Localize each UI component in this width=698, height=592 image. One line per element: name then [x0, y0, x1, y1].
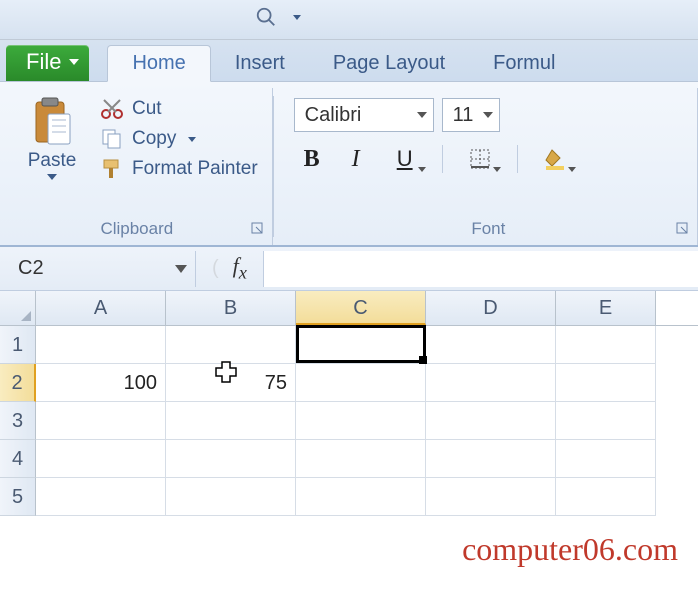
fill-color-icon [544, 148, 566, 170]
underline-button[interactable]: U [382, 142, 428, 176]
cell[interactable] [36, 478, 166, 516]
cell[interactable] [426, 364, 556, 402]
ribbon-tabs: File Home Insert Page Layout Formul [0, 40, 698, 82]
cell[interactable] [36, 326, 166, 364]
table-row: 3 [0, 402, 698, 440]
row-header-4[interactable]: 4 [0, 440, 36, 478]
font-name-combo[interactable]: Calibri [294, 98, 434, 132]
quick-access-toolbar [255, 6, 301, 28]
cell[interactable] [296, 402, 426, 440]
row-header-5[interactable]: 5 [0, 478, 36, 516]
chevron-down-icon [483, 112, 493, 118]
underline-icon: U [397, 146, 413, 172]
cell[interactable] [36, 402, 166, 440]
cut-icon [100, 98, 124, 120]
copy-dropdown-icon[interactable] [188, 137, 196, 142]
borders-button[interactable] [457, 142, 503, 176]
borders-icon [469, 148, 491, 170]
italic-button[interactable]: I [338, 142, 374, 176]
name-box[interactable]: C2 [0, 251, 196, 287]
paste-icon [30, 96, 74, 148]
paste-label: Paste [28, 150, 77, 172]
row-header-1[interactable]: 1 [0, 326, 36, 364]
formula-bar: C2 ( fx [0, 247, 698, 291]
cell[interactable] [426, 478, 556, 516]
format-painter-button[interactable]: Format Painter [100, 158, 258, 180]
watermark: computer06.com [462, 531, 678, 568]
clipboard-dialog-launcher[interactable] [250, 221, 266, 237]
font-name-value: Calibri [305, 104, 362, 127]
cell[interactable] [426, 402, 556, 440]
format-painter-label: Format Painter [132, 158, 258, 180]
cell[interactable] [556, 440, 656, 478]
font-size-value: 11 [453, 104, 474, 127]
cell-a2[interactable]: 100 [36, 364, 166, 402]
cell[interactable] [426, 440, 556, 478]
cell[interactable] [556, 364, 656, 402]
cell-c2[interactable] [296, 364, 426, 402]
tab-page-layout[interactable]: Page Layout [309, 46, 469, 81]
column-header-c[interactable]: C [296, 291, 426, 325]
column-header-e[interactable]: E [556, 291, 656, 325]
zoom-icon[interactable] [255, 6, 277, 28]
cell-b2[interactable]: 75 [166, 364, 296, 402]
cut-label: Cut [132, 98, 162, 120]
file-tab[interactable]: File [6, 45, 89, 81]
column-header-b[interactable]: B [166, 291, 296, 325]
tab-formulas[interactable]: Formul [469, 46, 579, 81]
font-dialog-launcher[interactable] [675, 221, 691, 237]
cell[interactable] [556, 402, 656, 440]
clipboard-group-title: Clipboard [16, 215, 258, 245]
font-group-title: Font [294, 215, 683, 245]
cell[interactable] [296, 478, 426, 516]
cell[interactable] [426, 326, 556, 364]
paste-dropdown-icon[interactable] [47, 174, 57, 180]
paste-button[interactable]: Paste [16, 92, 88, 180]
ribbon: Paste Cut [0, 82, 698, 247]
format-painter-icon [100, 158, 124, 180]
font-group: Calibri 11 B I U [284, 88, 698, 245]
clipboard-group: Paste Cut [6, 88, 273, 245]
copy-button[interactable]: Copy [100, 128, 258, 150]
titlebar [0, 0, 698, 40]
bold-button[interactable]: B [294, 142, 330, 176]
copy-icon [100, 128, 124, 150]
cell[interactable] [166, 402, 296, 440]
table-row: 4 [0, 440, 698, 478]
italic-icon: I [352, 146, 360, 173]
cell[interactable] [296, 440, 426, 478]
chevron-down-icon [175, 265, 187, 273]
qat-dropdown-icon[interactable] [293, 15, 301, 20]
fill-color-button[interactable] [532, 142, 578, 176]
table-row: 2 100 75 [0, 364, 698, 402]
table-row: 5 [0, 478, 698, 516]
font-size-combo[interactable]: 11 [442, 98, 500, 132]
formula-input[interactable] [263, 251, 698, 287]
column-headers: A B C D E [0, 291, 698, 326]
worksheet: A B C D E 1 2 100 75 3 [0, 291, 698, 516]
cell[interactable] [296, 326, 426, 364]
cell[interactable] [556, 326, 656, 364]
row-header-3[interactable]: 3 [0, 402, 36, 440]
column-header-a[interactable]: A [36, 291, 166, 325]
copy-label: Copy [132, 128, 176, 150]
cell[interactable] [166, 326, 296, 364]
cell[interactable] [556, 478, 656, 516]
name-box-value: C2 [18, 257, 44, 280]
chevron-down-icon [417, 112, 427, 118]
row-header-2[interactable]: 2 [0, 364, 36, 402]
table-row: 1 [0, 326, 698, 364]
cell[interactable] [166, 478, 296, 516]
fx-icon[interactable]: fx [233, 253, 247, 283]
column-header-d[interactable]: D [426, 291, 556, 325]
cut-button[interactable]: Cut [100, 98, 258, 120]
tab-home[interactable]: Home [107, 45, 210, 82]
cell[interactable] [166, 440, 296, 478]
select-all-corner[interactable] [0, 291, 36, 325]
cell[interactable] [36, 440, 166, 478]
cancel-formula-icon[interactable]: ( [212, 257, 219, 280]
bold-icon: B [304, 146, 320, 173]
tab-insert[interactable]: Insert [211, 46, 309, 81]
